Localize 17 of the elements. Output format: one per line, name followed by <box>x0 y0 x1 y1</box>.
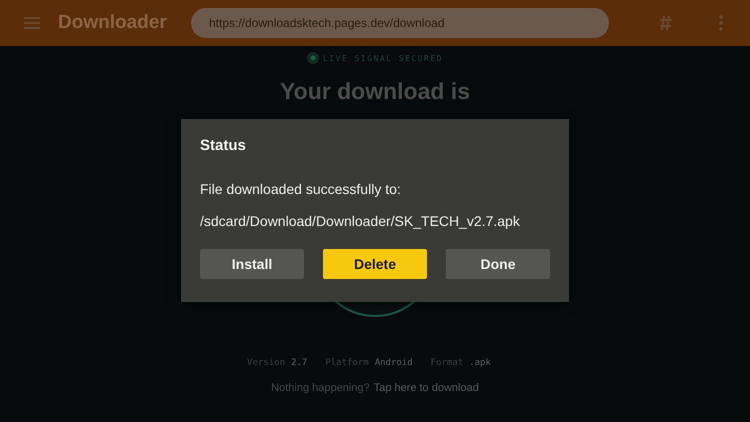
dialog-message: File downloaded successfully to: <box>200 181 402 197</box>
page-heading: Your download is <box>280 78 470 105</box>
signal-label: LIVE SIGNAL SECURED <box>322 54 443 62</box>
hash-icon[interactable] <box>659 15 673 31</box>
dialog-button[interactable]: Install <box>200 249 304 279</box>
dialog-button[interactable]: Delete <box>323 249 427 279</box>
meta-value: .apk <box>469 358 491 368</box>
status-dot-icon <box>306 52 319 64</box>
file-path: /sdcard/Download/Downloader/SK_TECH_v2.7.apk <box>200 213 521 229</box>
help-text: Nothing happening? <box>271 382 370 394</box>
dialog-title: Status <box>200 137 247 154</box>
more-icon[interactable] <box>719 15 723 31</box>
menu-icon[interactable] <box>24 17 40 29</box>
meta-value: 2.7 <box>291 358 308 368</box>
app-title: Downloader <box>58 12 168 34</box>
meta-value: Android <box>374 358 413 368</box>
dialog-button[interactable]: Done <box>446 249 550 279</box>
